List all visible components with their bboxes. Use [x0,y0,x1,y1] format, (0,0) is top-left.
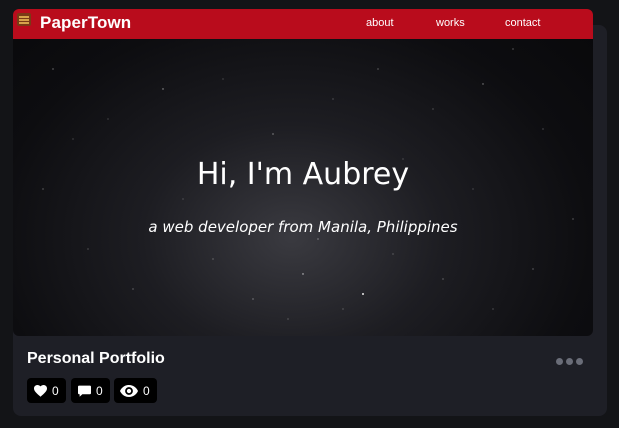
views-count: 0 [143,383,150,398]
hero-heading: Hi, I'm Aubrey [196,157,410,192]
project-title[interactable]: Personal Portfolio [27,350,165,368]
like-count: 0 [52,383,59,398]
nav-link-about[interactable]: about [366,17,394,29]
site-brand[interactable]: PaperTown [40,13,131,33]
comment-icon [78,385,91,397]
views-counter[interactable]: 0 [114,378,157,403]
comment-button[interactable]: 0 [71,378,110,403]
eye-icon [120,384,138,397]
nav-link-works[interactable]: works [436,17,465,29]
hero-subtitle: a web developer from Manila, Philippines [148,218,458,236]
heart-icon [34,384,47,397]
dot-icon [556,358,563,365]
more-options-button[interactable] [556,358,584,366]
project-preview[interactable]: PaperTown about works contact Hi, I'm Au… [13,9,593,336]
hamburger-menu-icon[interactable] [17,13,31,26]
dot-icon [566,358,573,365]
comment-count: 0 [96,383,103,398]
dot-icon [576,358,583,365]
like-button[interactable]: 0 [27,378,66,403]
site-navbar: PaperTown about works contact [13,9,593,39]
nav-link-contact[interactable]: contact [505,17,540,29]
